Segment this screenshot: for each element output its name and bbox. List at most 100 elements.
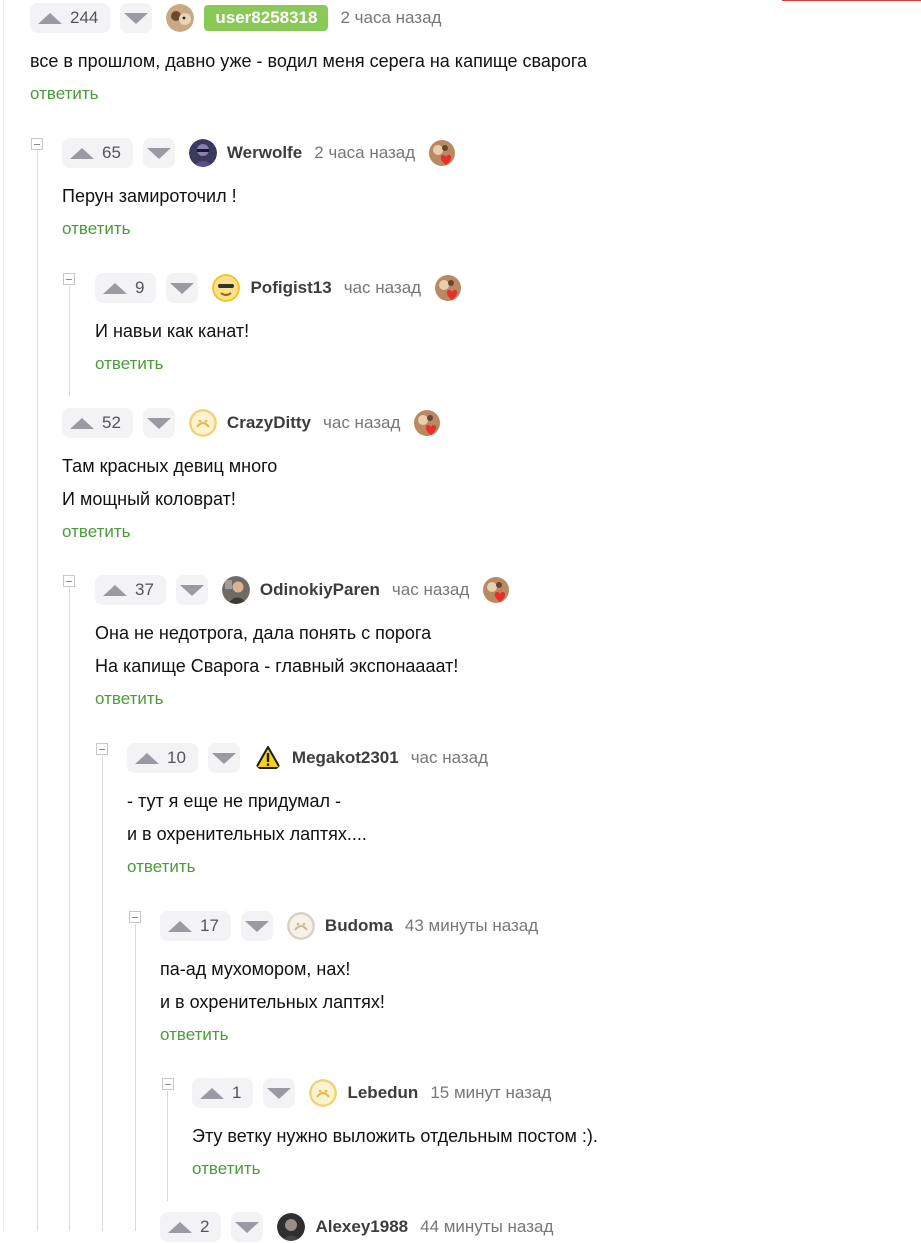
comment-score: 37 bbox=[135, 580, 154, 599]
comment-text: Она не недотрога, дала понять с порога bbox=[95, 623, 432, 643]
comment-score: 65 bbox=[102, 143, 121, 162]
vote-down-button[interactable] bbox=[166, 273, 199, 303]
vote-down-button[interactable] bbox=[240, 911, 273, 941]
reply-link[interactable]: ответить bbox=[127, 855, 488, 879]
top-accent-line bbox=[782, 0, 921, 1]
comment-text: На капище Сварога - главный экспонаааат! bbox=[95, 656, 459, 676]
comment-text: все в прошлом, давно уже - водил меня се… bbox=[30, 51, 588, 71]
heart-award-icon[interactable] bbox=[427, 138, 457, 168]
thread-line bbox=[37, 151, 38, 1231]
vote-down-button[interactable] bbox=[231, 1212, 264, 1242]
vote-down-button[interactable] bbox=[142, 138, 175, 168]
comment-text: и в охренительных лаптях! bbox=[160, 992, 385, 1012]
vote-down-button[interactable] bbox=[175, 575, 208, 605]
arrow-down-icon bbox=[146, 417, 171, 429]
dark-portrait-avatar-icon[interactable] bbox=[277, 1213, 306, 1241]
comment-time[interactable]: 44 минуты назад bbox=[420, 1217, 553, 1237]
comment-author[interactable]: OdinokiyParen bbox=[260, 580, 380, 600]
vote-down-button[interactable] bbox=[142, 408, 175, 438]
arrow-up-icon[interactable] bbox=[103, 584, 127, 596]
arrow-up-icon[interactable] bbox=[103, 282, 127, 294]
heart-award-icon[interactable] bbox=[412, 408, 442, 438]
collapse-thread-button[interactable] bbox=[162, 1078, 174, 1090]
comment-time[interactable]: час назад bbox=[323, 413, 400, 433]
dark-portrait-avatar-icon[interactable] bbox=[188, 139, 217, 167]
reply-link[interactable]: ответить bbox=[192, 1157, 598, 1181]
comment-score: 1 bbox=[232, 1083, 242, 1102]
arrow-up-icon[interactable] bbox=[168, 920, 192, 932]
heart-award-icon[interactable] bbox=[481, 575, 511, 605]
reply-link[interactable]: ответить bbox=[62, 520, 442, 544]
reply-link[interactable]: ответить bbox=[95, 687, 511, 711]
collapse-thread-button[interactable] bbox=[63, 575, 75, 587]
vote-up-box[interactable]: 10 bbox=[127, 743, 198, 773]
comment-author[interactable]: Pofigist13 bbox=[250, 278, 331, 298]
comment-author[interactable]: user8258318 bbox=[204, 5, 329, 31]
cartoon-face-avatar-icon[interactable] bbox=[212, 274, 241, 302]
warning-sign-avatar-icon[interactable] bbox=[253, 744, 282, 772]
comment-time[interactable]: час назад bbox=[411, 748, 488, 768]
collapse-thread-button[interactable] bbox=[31, 138, 43, 150]
comment-text: Перун замироточил ! bbox=[62, 186, 237, 206]
collapse-thread-button[interactable] bbox=[129, 911, 141, 923]
reply-link[interactable]: ответить bbox=[160, 1023, 538, 1047]
comment-author[interactable]: CrazyDitty bbox=[227, 413, 311, 433]
arrow-up-icon[interactable] bbox=[70, 147, 94, 159]
reply-link[interactable]: ответить bbox=[30, 82, 587, 106]
comment-time[interactable]: час назад bbox=[392, 580, 469, 600]
page-border bbox=[3, 0, 4, 1231]
default-avatar-icon[interactable] bbox=[286, 912, 315, 940]
vote-down-button[interactable] bbox=[263, 1078, 296, 1108]
vote-up-box[interactable]: 52 bbox=[62, 408, 133, 438]
comment: 65 Werwolfe 2 часа назад Перун замироточ… bbox=[62, 137, 457, 241]
comment: 52 CrazyDitty час назад Там красных деви… bbox=[62, 407, 442, 544]
comment-score: 52 bbox=[102, 413, 121, 432]
thread-line bbox=[102, 756, 103, 1231]
dog-photo-avatar-icon[interactable] bbox=[166, 4, 195, 32]
comment-text: И навьи как канат! bbox=[95, 321, 250, 341]
comment: 17 Budoma 43 минуты назад па-ад мухоморо… bbox=[160, 910, 538, 1047]
person-photo-avatar-icon[interactable] bbox=[221, 576, 250, 604]
arrow-up-icon[interactable] bbox=[135, 752, 159, 764]
comment-author[interactable]: Megakot2301 bbox=[292, 748, 399, 768]
arrow-up-icon[interactable] bbox=[70, 417, 94, 429]
collapse-thread-button[interactable] bbox=[96, 743, 108, 755]
default-avatar-icon[interactable] bbox=[309, 1079, 338, 1107]
thread-line bbox=[69, 588, 70, 1231]
arrow-down-icon bbox=[124, 12, 149, 24]
vote-up-box[interactable]: 65 bbox=[62, 138, 133, 168]
comment-header: 37 OdinokiyParen час назад bbox=[95, 574, 511, 606]
default-avatar-icon[interactable] bbox=[188, 409, 217, 437]
comment-author[interactable]: Alexey1988 bbox=[315, 1217, 408, 1237]
vote-up-box[interactable]: 244 bbox=[30, 3, 111, 33]
arrow-down-icon bbox=[267, 1087, 292, 1099]
arrow-up-icon[interactable] bbox=[200, 1087, 224, 1099]
comment: 37 OdinokiyParen час назад Она не недотр… bbox=[95, 574, 511, 711]
arrow-up-icon[interactable] bbox=[38, 12, 62, 24]
vote-up-box[interactable]: 37 bbox=[95, 575, 166, 605]
vote-down-button[interactable] bbox=[120, 3, 153, 33]
vote-up-box[interactable]: 2 bbox=[160, 1212, 222, 1242]
comment-header: 17 Budoma 43 минуты назад bbox=[160, 910, 538, 942]
comment-time[interactable]: час назад bbox=[344, 278, 421, 298]
collapse-thread-button[interactable] bbox=[63, 273, 75, 285]
comment-text: - тут я еще не придумал - bbox=[127, 791, 342, 811]
comment-header: 1 Lebedun 15 минут назад bbox=[192, 1077, 598, 1109]
comment-author[interactable]: Budoma bbox=[325, 916, 393, 936]
arrow-down-icon bbox=[146, 147, 171, 159]
vote-up-box[interactable]: 17 bbox=[160, 911, 231, 941]
vote-down-button[interactable] bbox=[207, 743, 240, 773]
comment-author[interactable]: Lebedun bbox=[347, 1083, 418, 1103]
heart-award-icon[interactable] bbox=[433, 273, 463, 303]
comment-time[interactable]: 2 часа назад bbox=[340, 8, 441, 28]
reply-link[interactable]: ответить bbox=[62, 217, 457, 241]
arrow-down-icon bbox=[170, 282, 195, 294]
vote-up-box[interactable]: 1 bbox=[192, 1078, 254, 1108]
reply-link[interactable]: ответить bbox=[95, 352, 463, 376]
comment-time[interactable]: 15 минут назад bbox=[430, 1083, 551, 1103]
comment-author[interactable]: Werwolfe bbox=[227, 143, 302, 163]
comment-time[interactable]: 2 часа назад bbox=[314, 143, 415, 163]
vote-up-box[interactable]: 9 bbox=[95, 273, 157, 303]
comment-header: 2 Alexey1988 44 минуты назад bbox=[160, 1211, 553, 1243]
comment-time[interactable]: 43 минуты назад bbox=[405, 916, 538, 936]
